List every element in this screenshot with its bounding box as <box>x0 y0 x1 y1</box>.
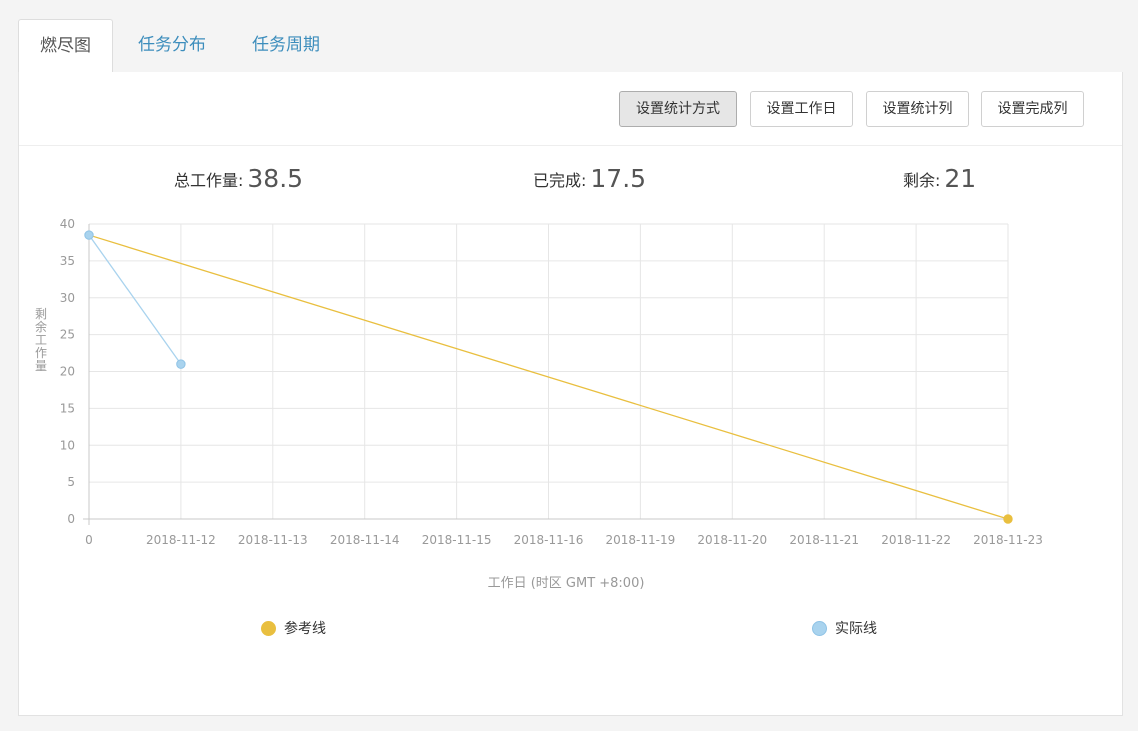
y-axis-label-char: 量 <box>35 359 47 373</box>
y-tick-label: 40 <box>60 217 75 231</box>
x-tick-label: 2018-11-19 <box>606 533 676 547</box>
tab-task-distribution[interactable]: 任务分布 <box>126 19 218 71</box>
actual-line <box>88 234 182 365</box>
x-tick-label: 2018-11-22 <box>881 533 951 547</box>
actual-point <box>176 359 186 369</box>
y-axis-label-char: 工 <box>35 333 47 347</box>
reference-point <box>1003 514 1013 524</box>
y-tick-label: 25 <box>60 328 75 342</box>
x-tick-label: 2018-11-12 <box>146 533 216 547</box>
y-tick-label: 5 <box>67 475 75 489</box>
x-tick-label: 2018-11-16 <box>514 533 584 547</box>
x-axis-label: 工作日 (时区 GMT +8:00) <box>488 576 645 591</box>
y-axis-label-char: 剩 <box>35 307 47 321</box>
x-tick-label: 2018-11-21 <box>789 533 859 547</box>
y-tick-label: 15 <box>60 401 75 415</box>
legend-actual-dot <box>812 620 827 636</box>
y-tick-label: 20 <box>60 365 75 379</box>
x-tick-label: 0 <box>85 533 93 547</box>
y-tick-label: 10 <box>60 438 75 452</box>
legend-reference-line[interactable]: 参考线 <box>261 618 326 638</box>
x-tick-label: 2018-11-13 <box>238 533 308 547</box>
tab-bar: 燃尽图 任务分布 任务周期 <box>18 19 1122 74</box>
x-tick-label: 2018-11-23 <box>973 533 1043 547</box>
legend-actual-line[interactable]: 实际线 <box>812 618 877 638</box>
legend-reference-label: 参考线 <box>284 621 326 637</box>
y-axis-label-char: 作 <box>35 346 47 360</box>
actual-point <box>84 230 94 240</box>
y-axis-label: 剩余工作量 <box>35 307 47 373</box>
y-tick-label: 0 <box>67 512 75 526</box>
legend-actual-label: 实际线 <box>835 621 877 637</box>
x-tick-label: 2018-11-20 <box>697 533 767 547</box>
x-tick-label: 2018-11-15 <box>422 533 492 547</box>
tab-task-cycle[interactable]: 任务周期 <box>240 19 332 71</box>
tab-burndown[interactable]: 燃尽图 <box>18 19 113 74</box>
burndown-panel: 设置统计方式 设置工作日 设置统计列 设置完成列 总工作量: 38.5 已完成: 1… <box>18 72 1123 716</box>
burndown-chart: 0 5 10 15 20 25 30 35 40 0 2018-11-12 2018-11-13 201… <box>35 217 1043 591</box>
y-tick-label: 35 <box>60 254 75 268</box>
y-tick-label: 30 <box>60 291 75 305</box>
legend-reference-dot <box>261 620 276 636</box>
x-tick-label: 2018-11-14 <box>330 533 400 547</box>
y-axis-label-char: 余 <box>35 319 47 334</box>
